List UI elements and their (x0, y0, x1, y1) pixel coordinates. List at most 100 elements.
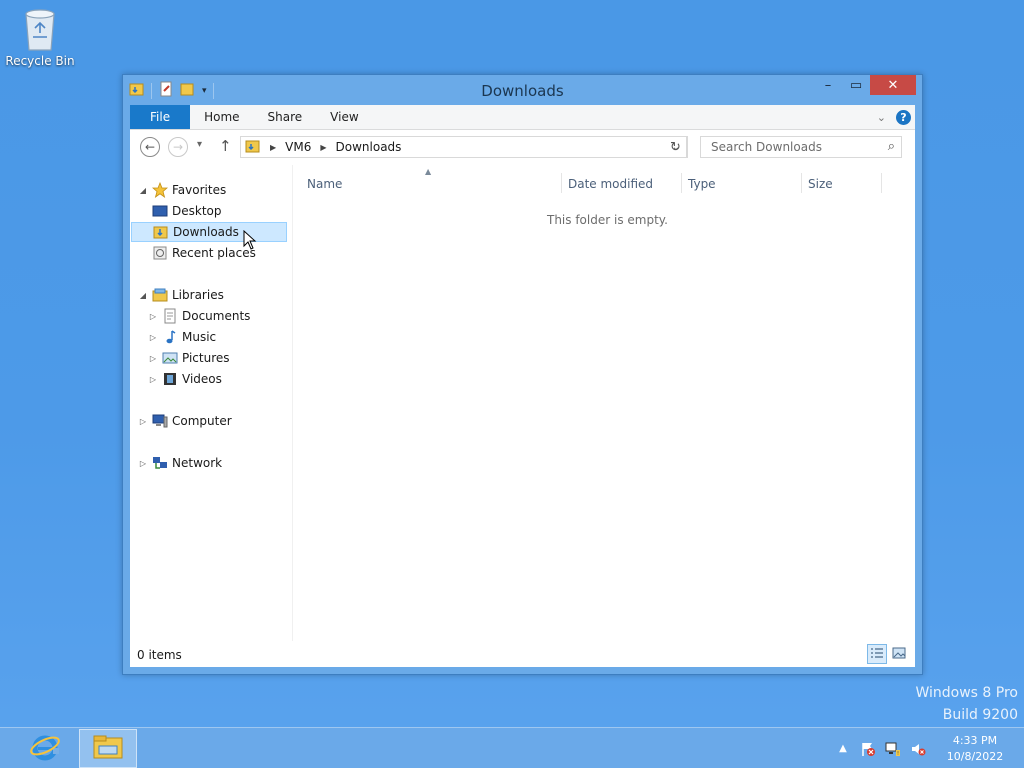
column-header-name[interactable]: Name (307, 177, 342, 191)
column-divider[interactable] (801, 173, 802, 193)
nav-item-recent-places[interactable]: Recent places (148, 243, 256, 263)
nav-item-videos[interactable]: ▷ Videos (148, 369, 222, 389)
address-row: ← → ▾ ↑ ▶ VM6 ▶ Downloads ⌄ ↻ Search Dow… (130, 130, 915, 164)
breadcrumb-vm6[interactable]: VM6 (285, 140, 311, 154)
internet-explorer-icon (29, 731, 61, 766)
network-status-icon[interactable]: ! (882, 738, 904, 760)
network-icon (152, 455, 168, 471)
close-button[interactable]: ✕ (870, 75, 916, 95)
nav-computer[interactable]: ▷ Computer (138, 411, 232, 431)
collapsed-arrow-icon[interactable]: ▷ (138, 417, 148, 426)
taskbar-internet-explorer[interactable] (16, 729, 74, 768)
pane-splitter[interactable] (292, 165, 293, 641)
window-client-area: File Home Share View ⌄ ? ← → ▾ ↑ ▶ VM6 ▶… (130, 105, 915, 667)
status-bar: 0 items (130, 641, 915, 667)
details-view-button[interactable] (867, 644, 887, 664)
documents-icon (162, 308, 178, 324)
watermark-build: Build 9200 (942, 707, 1018, 723)
nav-item-desktop[interactable]: Desktop (148, 201, 222, 221)
collapsed-arrow-icon[interactable]: ▷ (138, 459, 148, 468)
music-note-icon (162, 329, 178, 345)
nav-item-downloads[interactable]: Downloads (131, 222, 287, 242)
arrow-left-icon: ← (144, 140, 156, 154)
mouse-pointer-icon (243, 229, 257, 253)
taskbar: ▲ ! 4:33 PM 10/8/2022 (0, 727, 1024, 768)
large-icons-view-button[interactable] (889, 644, 909, 664)
clock-time: 4:33 PM (952, 733, 998, 747)
file-list[interactable]: ▲ Name Date modified Type Size This fold… (300, 165, 915, 641)
ribbon-right-controls: ⌄ ? (877, 105, 915, 129)
nav-favorites[interactable]: ◢ Favorites (138, 180, 226, 200)
sort-ascending-icon: ▲ (425, 167, 432, 176)
nav-network[interactable]: ▷ Network (138, 453, 222, 473)
tab-home[interactable]: Home (190, 105, 253, 129)
nav-libraries[interactable]: ◢ Libraries (138, 285, 224, 305)
empty-folder-message: This folder is empty. (547, 213, 668, 227)
column-header-type[interactable]: Type (688, 177, 716, 191)
explorer-window: ▾ Downloads – ▭ ✕ File Home Share View ⌄… (122, 74, 923, 675)
column-divider[interactable] (881, 173, 882, 193)
nav-item-music[interactable]: ▷ Music (148, 327, 216, 347)
tab-file[interactable]: File (130, 105, 191, 129)
nav-item-label: Documents (182, 309, 251, 323)
caption-buttons: – ▭ ✕ (814, 75, 916, 95)
collapsed-arrow-icon[interactable]: ▷ (148, 375, 158, 384)
breadcrumb-downloads[interactable]: Downloads (336, 140, 402, 154)
film-strip-icon (162, 371, 178, 387)
expand-ribbon-chevron-icon[interactable]: ⌄ (877, 111, 886, 124)
collapsed-arrow-icon[interactable]: ▷ (148, 354, 158, 363)
collapsed-arrow-icon[interactable]: ▷ (148, 312, 158, 321)
taskbar-file-explorer[interactable] (79, 729, 137, 768)
item-count: 0 items (137, 648, 182, 662)
breadcrumb-chevron-icon[interactable]: ▶ (320, 143, 326, 152)
breadcrumb-chevron-icon[interactable]: ▶ (270, 143, 276, 152)
view-buttons (867, 644, 909, 664)
column-divider[interactable] (561, 173, 562, 193)
window-title: Downloads (481, 82, 564, 100)
expanded-arrow-icon[interactable]: ◢ (138, 291, 148, 300)
downloads-folder-icon (153, 224, 169, 240)
show-hidden-icons-icon[interactable]: ▲ (832, 738, 854, 760)
action-center-flag-icon[interactable] (857, 738, 879, 760)
volume-muted-icon[interactable] (907, 738, 929, 760)
tab-share[interactable]: Share (254, 105, 317, 129)
nav-item-pictures[interactable]: ▷ Pictures (148, 348, 230, 368)
column-header-date-modified[interactable]: Date modified (568, 177, 653, 191)
tab-view[interactable]: View (316, 105, 372, 129)
computer-icon (152, 413, 168, 429)
nav-favorites-label: Favorites (172, 183, 227, 197)
collapsed-arrow-icon[interactable]: ▷ (148, 333, 158, 342)
windows-version-watermark: Windows 8 Pro Build 9200 (915, 682, 1018, 726)
address-bar[interactable]: ▶ VM6 ▶ Downloads ⌄ (240, 136, 687, 158)
nav-item-documents[interactable]: ▷ Documents (148, 306, 250, 326)
recycle-bin-desktop-icon[interactable]: Recycle Bin (4, 6, 76, 68)
search-input[interactable] (709, 139, 873, 155)
column-header-size[interactable]: Size (808, 177, 833, 191)
taskbar-clock[interactable]: 4:33 PM 10/8/2022 (940, 733, 1010, 765)
column-divider[interactable] (681, 173, 682, 193)
search-box[interactable]: ⌕ (700, 136, 902, 158)
forward-button[interactable]: → (168, 137, 188, 157)
refresh-button[interactable]: ↻ (664, 136, 688, 158)
libraries-icon (152, 287, 168, 303)
minimize-button[interactable]: – (814, 75, 842, 95)
system-tray: ▲ ! 4:33 PM 10/8/2022 (832, 728, 1024, 768)
search-icon: ⌕ (887, 139, 895, 154)
large-icons-view-icon (892, 647, 906, 662)
nav-libraries-label: Libraries (172, 288, 224, 302)
nav-item-label: Desktop (172, 204, 222, 218)
arrow-right-icon: → (172, 140, 184, 154)
file-explorer-icon (92, 733, 124, 764)
svg-text:!: ! (897, 751, 899, 757)
recycle-bin-label: Recycle Bin (5, 54, 75, 68)
clock-date: 10/8/2022 (946, 749, 1004, 763)
up-arrow-icon[interactable]: ↑ (219, 137, 232, 155)
help-icon[interactable]: ? (896, 109, 911, 125)
title-bar[interactable]: ▾ Downloads – ▭ ✕ (123, 75, 922, 105)
recent-locations-dropdown-icon[interactable]: ▾ (197, 139, 202, 150)
expanded-arrow-icon[interactable]: ◢ (138, 186, 148, 195)
nav-item-label: Videos (182, 372, 222, 386)
back-button[interactable]: ← (140, 137, 160, 157)
maximize-button[interactable]: ▭ (842, 75, 870, 95)
nav-network-label: Network (172, 456, 223, 470)
